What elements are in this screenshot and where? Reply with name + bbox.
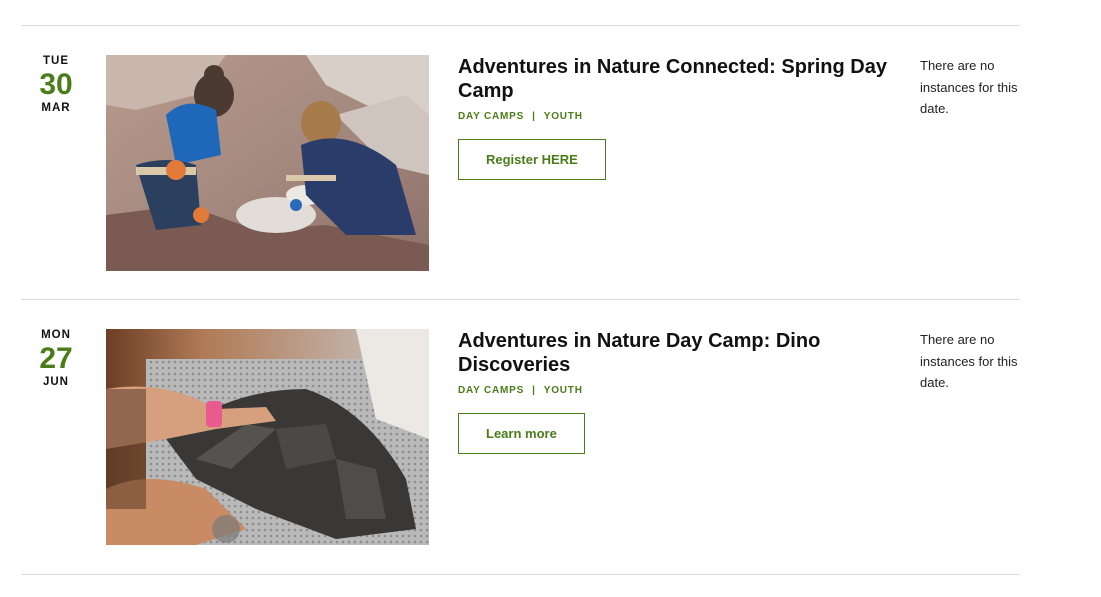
event-date-month: MAR bbox=[41, 102, 71, 114]
event-image[interactable] bbox=[106, 329, 429, 545]
event-title[interactable]: Adventures in Nature Day Camp: Dino Disc… bbox=[458, 329, 898, 377]
event-tags: DAY CAMPS | YOUTH bbox=[458, 385, 898, 396]
event-item: MON 27 JUN Adventures in Nature Day Camp… bbox=[0, 329, 1101, 545]
event-item: TUE 30 MAR Adventures in Nature Connecte… bbox=[0, 55, 1101, 271]
learn-more-button[interactable]: Learn more bbox=[458, 413, 585, 454]
tag-youth[interactable]: YOUTH bbox=[544, 385, 583, 396]
event-date: MON 27 JUN bbox=[26, 329, 86, 388]
divider-middle bbox=[21, 299, 1020, 300]
divider-bottom bbox=[21, 574, 1020, 575]
register-button[interactable]: Register HERE bbox=[458, 139, 606, 180]
event-tags: DAY CAMPS | YOUTH bbox=[458, 111, 898, 122]
divider-top bbox=[21, 25, 1020, 26]
tag-youth[interactable]: YOUTH bbox=[544, 111, 583, 122]
event-note: There are no instances for this date. bbox=[920, 332, 1018, 390]
tag-separator: | bbox=[532, 111, 536, 122]
photo-dinosaur-fossil-icon bbox=[106, 329, 429, 545]
event-date-month: JUN bbox=[42, 376, 69, 388]
tag-day-camps[interactable]: DAY CAMPS bbox=[458, 385, 524, 396]
event-date-dow: TUE bbox=[43, 55, 69, 67]
photo-fossil-dig-icon bbox=[106, 55, 429, 271]
event-date-dow: MON bbox=[41, 329, 71, 341]
event-title[interactable]: Adventures in Nature Connected: Spring D… bbox=[458, 55, 898, 103]
tag-day-camps[interactable]: DAY CAMPS bbox=[458, 111, 524, 122]
event-image[interactable] bbox=[106, 55, 429, 271]
event-note: There are no instances for this date. bbox=[920, 58, 1018, 116]
event-info: Adventures in Nature Connected: Spring D… bbox=[458, 55, 898, 180]
tag-separator: | bbox=[532, 385, 536, 396]
event-date: TUE 30 MAR bbox=[26, 55, 86, 114]
event-date-day: 27 bbox=[39, 342, 73, 375]
event-info: Adventures in Nature Day Camp: Dino Disc… bbox=[458, 329, 898, 454]
event-date-day: 30 bbox=[39, 68, 73, 101]
